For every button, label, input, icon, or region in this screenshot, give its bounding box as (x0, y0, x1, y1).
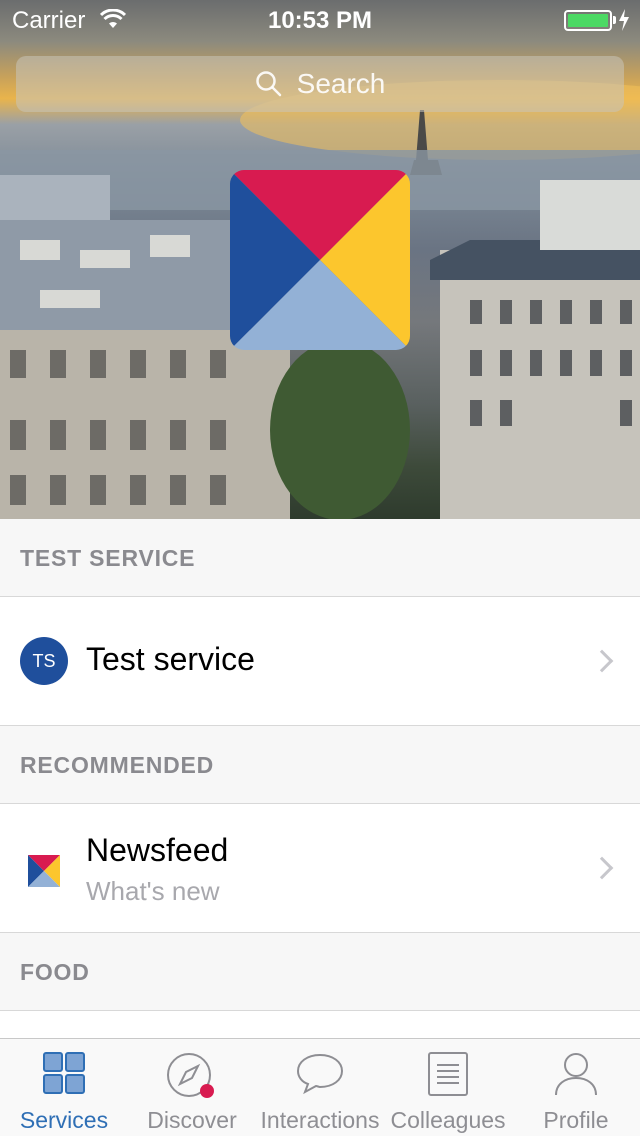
search-bar[interactable]: Search (16, 56, 624, 112)
avatar-initials: TS (32, 650, 56, 671)
tab-label: Profile (543, 1107, 609, 1133)
section-title: FOOD (20, 959, 90, 985)
row-title: Test service (86, 641, 255, 677)
section-title: TEST SERVICE (20, 545, 196, 571)
battery-tip (613, 16, 616, 24)
person-icon (555, 1053, 597, 1096)
section-header-test-service: TEST SERVICE (0, 519, 640, 597)
tab-colleagues[interactable]: Colleagues (384, 1039, 512, 1136)
search-icon (255, 71, 281, 97)
newsfeed-logo-icon (28, 855, 60, 887)
section-header-food: FOOD (0, 933, 640, 1011)
tab-label: Colleagues (390, 1107, 506, 1133)
chat-bubble-icon (296, 1053, 344, 1095)
tab-discover[interactable]: Discover (128, 1039, 256, 1136)
service-row-test-service[interactable]: TS Test service (0, 597, 640, 726)
document-list-icon (428, 1052, 468, 1096)
section-header-recommended: RECOMMENDED (0, 726, 640, 804)
search-placeholder: Search (296, 68, 386, 99)
avatar: TS (20, 637, 68, 685)
service-row-newsfeed[interactable]: Newsfeed What's new (0, 804, 640, 933)
row-title: Newsfeed (86, 832, 229, 868)
charging-bolt-icon (619, 9, 629, 31)
tab-interactions[interactable]: Interactions (256, 1039, 384, 1136)
chevron-right-icon (590, 856, 614, 880)
status-time: 10:53 PM (267, 7, 373, 34)
tab-bar: Services Discover Interactions Colleague… (0, 1038, 640, 1136)
tab-label: Services (19, 1107, 109, 1133)
battery-icon (564, 10, 612, 31)
status-bar: Carrier 10:53 PM (0, 0, 640, 40)
tab-services[interactable]: Services (0, 1039, 128, 1136)
app-logo (230, 170, 410, 350)
hero-banner: Carrier 10:53 PM Search (0, 0, 640, 519)
tab-profile[interactable]: Profile (512, 1039, 640, 1136)
section-title: RECOMMENDED (20, 752, 215, 778)
notification-badge (200, 1084, 214, 1098)
row-subtitle: What's new (86, 876, 220, 906)
compass-icon (167, 1053, 214, 1098)
chevron-right-icon (590, 649, 614, 673)
tab-label: Interactions (260, 1107, 380, 1133)
grid-icon (43, 1052, 85, 1094)
tab-label: Discover (147, 1107, 237, 1133)
